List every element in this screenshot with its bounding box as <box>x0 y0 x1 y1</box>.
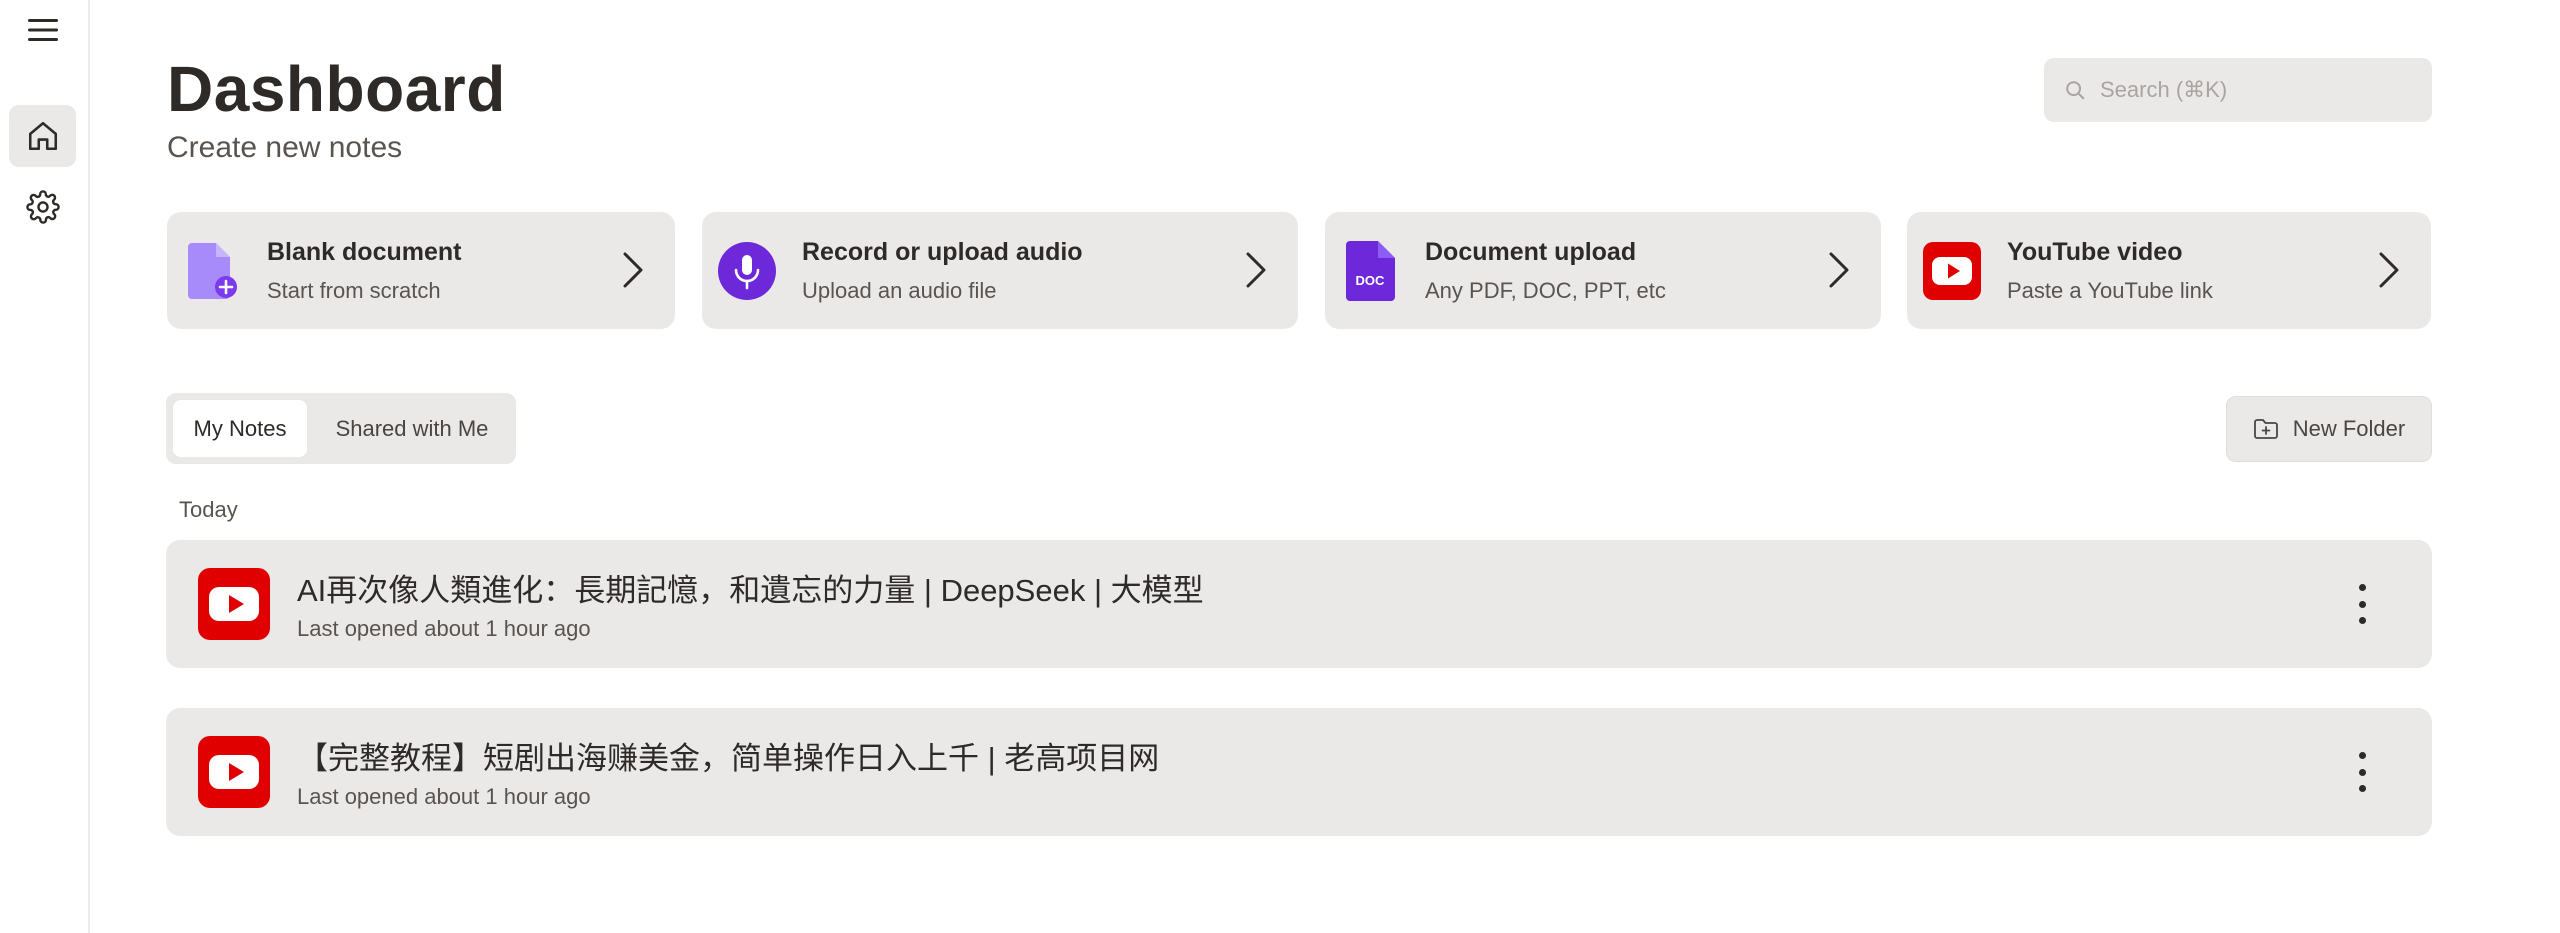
youtube-video-card[interactable]: YouTube video Paste a YouTube link <box>1907 212 2431 329</box>
notes-tabs: My Notes Shared with Me <box>166 393 516 464</box>
blank-document-icon <box>183 242 241 300</box>
note-item[interactable]: AI再次像人類進化：長期記憶，和遺忘的力量 | DeepSeek | 大模型 L… <box>166 540 2432 668</box>
card-title: Document upload <box>1425 238 1637 266</box>
page-subtitle: Create new notes <box>167 131 403 164</box>
note-item[interactable]: 【完整教程】短剧出海赚美金，简单操作日入上千 | 老高项目网 Last open… <box>166 708 2432 836</box>
card-subtitle: Upload an audio file <box>802 278 997 303</box>
youtube-icon <box>1923 242 1981 300</box>
search-placeholder: Search (⌘K) <box>2100 77 2228 102</box>
card-title: Blank document <box>267 238 462 266</box>
card-subtitle: Any PDF, DOC, PPT, etc <box>1425 278 1666 303</box>
blank-document-card[interactable]: Blank document Start from scratch <box>167 212 675 329</box>
tab-shared-with-me[interactable]: Shared with Me <box>316 400 508 457</box>
section-label-today: Today <box>179 497 238 522</box>
doc-file-icon: DOC <box>1341 241 1399 301</box>
new-folder-button[interactable]: New Folder <box>2226 396 2432 462</box>
chevron-right-icon <box>1829 252 1849 288</box>
tab-my-notes[interactable]: My Notes <box>173 400 307 457</box>
document-upload-card[interactable]: DOC Document upload Any PDF, DOC, PPT, e… <box>1325 212 1881 329</box>
page-title: Dashboard <box>167 53 506 125</box>
hamburger-menu-icon <box>27 19 58 41</box>
youtube-icon <box>198 736 270 808</box>
record-audio-card[interactable]: Record or upload audio Upload an audio f… <box>702 212 1298 329</box>
sidebar-item-home[interactable] <box>9 105 76 167</box>
search-icon <box>2066 81 2085 100</box>
note-last-opened: Last opened about 1 hour ago <box>297 784 591 809</box>
card-subtitle: Start from scratch <box>267 278 441 303</box>
search-input[interactable]: Search (⌘K) <box>2044 58 2432 122</box>
card-subtitle: Paste a YouTube link <box>2007 278 2213 303</box>
new-folder-label: New Folder <box>2292 416 2406 441</box>
chevron-right-icon <box>623 252 643 288</box>
chevron-right-icon <box>1246 252 1266 288</box>
doc-icon-label: DOC <box>1356 273 1386 288</box>
folder-plus-icon <box>2253 419 2278 439</box>
sidebar-item-settings[interactable] <box>9 176 76 238</box>
more-options-icon[interactable] <box>2356 752 2368 792</box>
home-icon <box>28 121 57 151</box>
microphone-icon <box>718 242 776 300</box>
card-title: Record or upload audio <box>802 238 1083 266</box>
note-title: 【完整教程】短剧出海赚美金，简单操作日入上千 | 老高项目网 <box>297 741 1160 776</box>
sidebar <box>0 0 90 933</box>
menu-button[interactable] <box>9 0 76 60</box>
note-last-opened: Last opened about 1 hour ago <box>297 616 591 641</box>
gear-icon <box>25 190 60 224</box>
youtube-icon <box>198 568 270 640</box>
card-title: YouTube video <box>2007 238 2183 266</box>
note-title: AI再次像人類進化：長期記憶，和遺忘的力量 | DeepSeek | 大模型 <box>297 573 1204 608</box>
more-options-icon[interactable] <box>2356 584 2368 624</box>
chevron-right-icon <box>2379 252 2399 288</box>
